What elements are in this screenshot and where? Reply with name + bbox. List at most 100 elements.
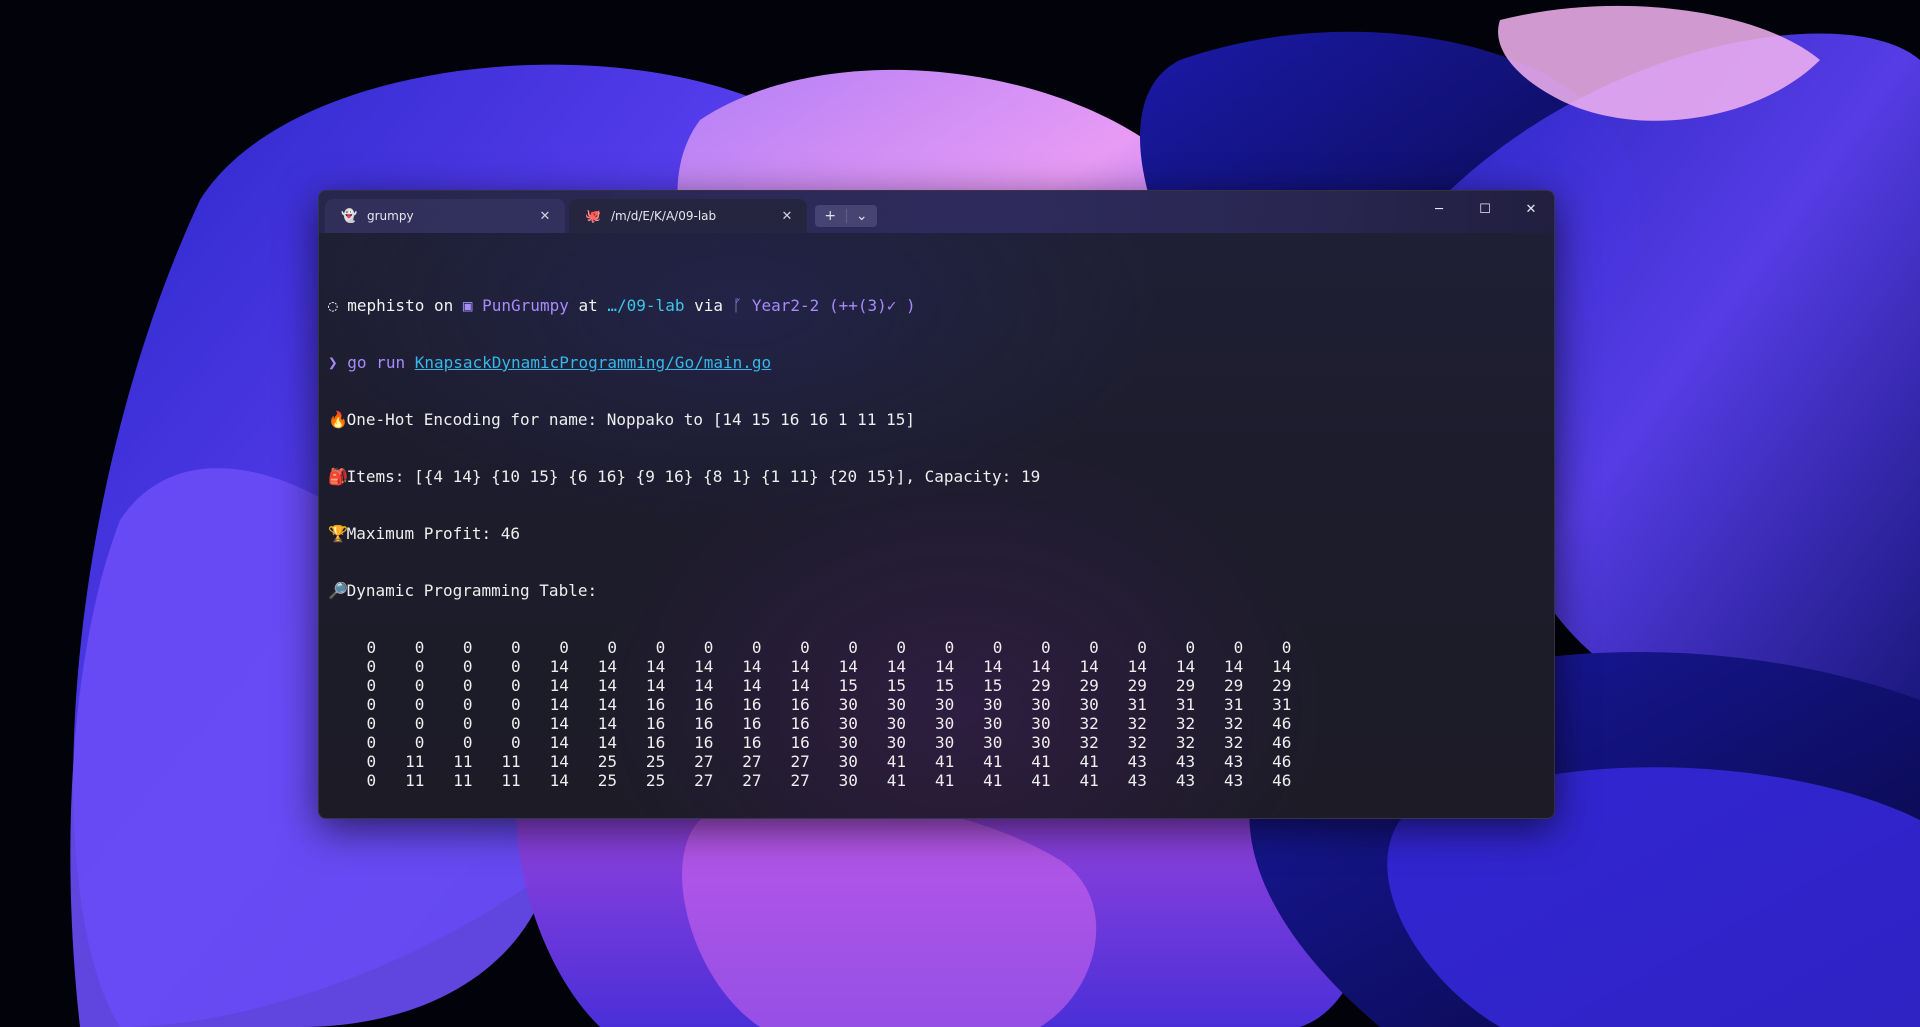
dp-table-cell: 43 <box>1146 752 1196 771</box>
dp-table-cell: 0 <box>472 695 521 714</box>
dp-table-cell: 27 <box>713 752 762 771</box>
dp-table-cell: 0 <box>424 638 473 657</box>
dp-table-cell: 0 <box>1098 638 1147 657</box>
dp-table-cell: 16 <box>761 714 810 733</box>
dp-table-cell: 14 <box>1146 657 1196 676</box>
tab-dropdown-button[interactable]: ⌄ <box>847 208 878 224</box>
dp-table-cell: 14 <box>665 676 714 695</box>
command-argument-link[interactable]: KnapsackDynamicProgramming/Go/main.go <box>415 353 771 372</box>
dp-table-cell: 0 <box>376 714 425 733</box>
dp-table-cell: 32 <box>1146 714 1196 733</box>
dp-table-cell: 0 <box>376 695 425 714</box>
dp-table-cell: 31 <box>1098 695 1147 714</box>
dp-table-cell: 14 <box>1098 657 1147 676</box>
dp-table-cell: 16 <box>665 733 714 752</box>
dp-table-cell: 14 <box>1195 657 1244 676</box>
command-text: go run <box>347 353 406 372</box>
dp-table-cell: 0 <box>713 638 762 657</box>
dp-table-cell: 32 <box>1050 714 1099 733</box>
dp-table-cell: 0 <box>1146 638 1196 657</box>
dp-table-cell: 30 <box>857 733 907 752</box>
prompt-word: via <box>694 296 723 315</box>
dp-table-cell: 14 <box>665 657 714 676</box>
dp-table-cell: 0 <box>328 771 377 790</box>
title-bar: 👻 grumpy ✕ 🐙 /m/d/E/K/A/09-lab ✕ + ⌄ ─ ☐… <box>319 191 1554 233</box>
new-tab-button[interactable]: + <box>815 208 846 224</box>
output-line: 🔎 Dynamic Programming Table: <box>328 581 1546 600</box>
dp-table-cell: 11 <box>376 771 425 790</box>
dp-table-cell: 0 <box>328 638 377 657</box>
dp-table-cell: 0 <box>472 733 521 752</box>
dp-table-cell: 29 <box>1050 676 1099 695</box>
dp-table-cell: 0 <box>568 638 618 657</box>
octopus-icon: 🐙 <box>585 208 602 224</box>
prompt-path: …/09-lab <box>607 296 685 315</box>
dp-table-cell: 41 <box>1050 752 1099 771</box>
terminal-output[interactable]: ◌ mephisto on ▣ PunGrumpy at …/09-lab vi… <box>328 258 1546 818</box>
dp-table-cell: 14 <box>954 657 1003 676</box>
dp-table-cell: 31 <box>1243 695 1292 714</box>
dp-table-cell: 27 <box>665 771 714 790</box>
tab-09-lab[interactable]: 🐙 /m/d/E/K/A/09-lab ✕ <box>569 199 807 233</box>
dp-table-cell: 14 <box>857 657 907 676</box>
dp-table-cell: 0 <box>1050 638 1099 657</box>
dp-table-cell: 41 <box>857 771 907 790</box>
git-status: (++(3)✓ ) <box>828 296 916 315</box>
output-line: 🎒 Items: [{4 14} {10 15} {6 16} {9 16} {… <box>328 467 1546 486</box>
dp-table-cell: 11 <box>424 771 473 790</box>
close-button[interactable]: ✕ <box>1508 191 1554 227</box>
dp-table-row: 0 0 0 0 14 14 16 16 16 16 30 30 30 30 30… <box>328 714 1546 733</box>
dp-table-cell: 0 <box>328 657 377 676</box>
dp-table-cell: 14 <box>520 752 569 771</box>
dp-table-cell: 14 <box>713 657 762 676</box>
minimize-button[interactable]: ─ <box>1416 191 1462 227</box>
maximize-button[interactable]: ☐ <box>1462 191 1508 227</box>
dp-table-cell: 14 <box>1243 657 1292 676</box>
dp-table-cell: 14 <box>568 657 618 676</box>
dp-table-cell: 14 <box>761 676 810 695</box>
dp-table-cell: 43 <box>1195 752 1244 771</box>
prompt-symbol: ❯ <box>328 353 338 372</box>
dp-table-cell: 14 <box>1002 657 1051 676</box>
dp-table-cell: 14 <box>713 676 762 695</box>
dp-table-cell: 0 <box>328 695 377 714</box>
magnifier-icon: 🔎 <box>328 581 348 600</box>
dp-table-cell: 14 <box>520 771 569 790</box>
dp-table-cell: 46 <box>1243 771 1292 790</box>
dp-table-cell: 30 <box>1002 733 1051 752</box>
dp-table-cell: 0 <box>424 733 473 752</box>
dp-table-cell: 14 <box>520 695 569 714</box>
dp-table-cell: 0 <box>328 676 377 695</box>
dp-table-cell: 25 <box>617 771 666 790</box>
command-line: ❯ go run KnapsackDynamicProgramming/Go/m… <box>328 353 1546 372</box>
dp-table-cell: 15 <box>809 676 858 695</box>
dp-table-cell: 0 <box>424 676 473 695</box>
dp-table-cell: 41 <box>906 752 955 771</box>
tab-title: /m/d/E/K/A/09-lab <box>611 209 717 223</box>
tab-actions: + ⌄ <box>815 205 877 227</box>
dp-table-cell: 0 <box>472 657 521 676</box>
dp-table-cell: 46 <box>1243 752 1292 771</box>
dp-table-cell: 30 <box>1002 714 1051 733</box>
dp-table-cell: 14 <box>617 676 666 695</box>
dp-table-cell: 27 <box>665 752 714 771</box>
dp-table-cell: 29 <box>1146 676 1196 695</box>
dp-table-cell: 14 <box>1050 657 1099 676</box>
dp-table-cell: 14 <box>568 695 618 714</box>
dp-table-cell: 41 <box>906 771 955 790</box>
fire-icon: 🔥 <box>328 410 348 429</box>
dp-table-cell: 0 <box>424 714 473 733</box>
dp-table-cell: 0 <box>376 733 425 752</box>
close-tab-icon[interactable]: ✕ <box>777 209 797 224</box>
dp-table-row: 0 0 0 0 14 14 14 14 14 14 15 15 15 15 29… <box>328 676 1546 695</box>
prompt-host: PunGrumpy <box>482 296 569 315</box>
dp-table-cell: 14 <box>520 733 569 752</box>
tab-grumpy[interactable]: 👻 grumpy ✕ <box>325 199 565 233</box>
close-tab-icon[interactable]: ✕ <box>535 209 555 224</box>
dp-table-cell: 16 <box>617 733 666 752</box>
dp-table-cell: 0 <box>328 714 377 733</box>
dp-table-cell: 0 <box>376 676 425 695</box>
dp-table-row: 0 0 0 0 14 14 16 16 16 16 30 30 30 30 30… <box>328 695 1546 714</box>
dp-table-cell: 15 <box>954 676 1003 695</box>
dp-table-cell: 32 <box>1195 714 1244 733</box>
